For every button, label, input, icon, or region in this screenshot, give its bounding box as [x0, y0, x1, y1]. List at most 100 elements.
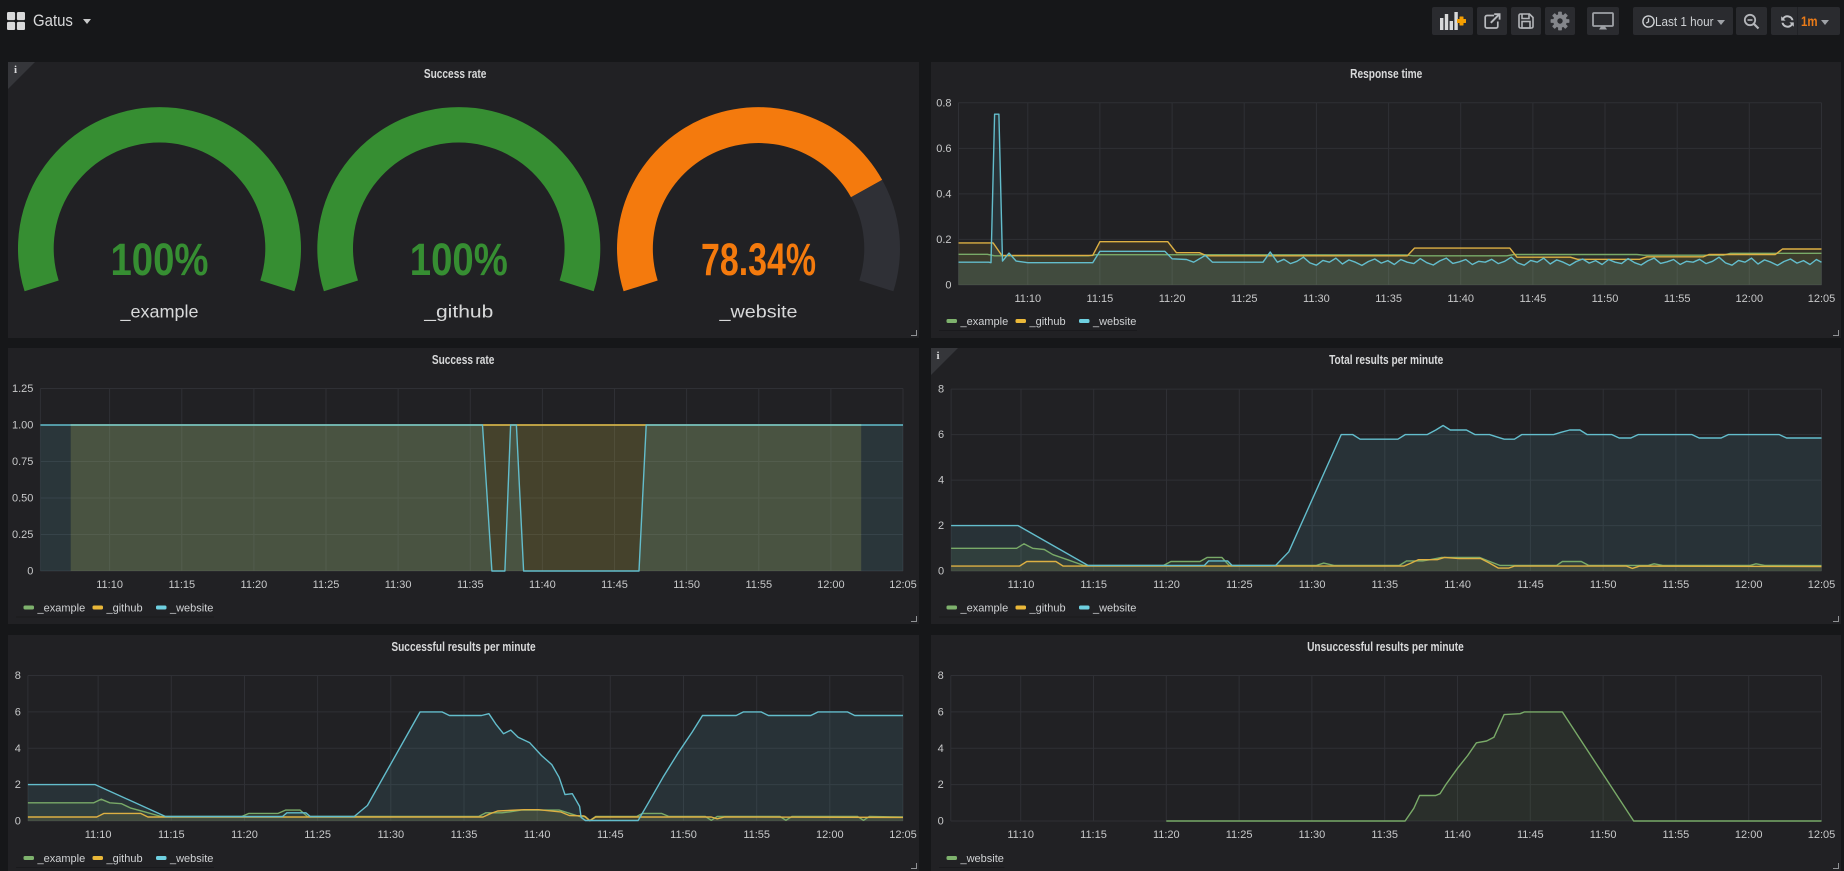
- svg-text:11:25: 11:25: [304, 829, 331, 841]
- svg-text:0.8: 0.8: [936, 97, 951, 109]
- svg-text:11:10: 11:10: [1007, 829, 1034, 841]
- svg-text:11:55: 11:55: [1662, 829, 1689, 841]
- svg-text:12:05: 12:05: [1807, 829, 1835, 841]
- svg-text:12:05: 12:05: [1807, 579, 1835, 591]
- svg-text:11:25: 11:25: [313, 579, 340, 591]
- svg-text:11:40: 11:40: [1444, 829, 1471, 841]
- svg-text:11:15: 11:15: [1086, 293, 1113, 305]
- svg-text:11:45: 11:45: [1517, 579, 1544, 591]
- svg-text:0: 0: [15, 815, 21, 827]
- svg-text:_website: _website: [169, 853, 213, 865]
- svg-text:_example: _example: [37, 602, 86, 614]
- svg-text:11:35: 11:35: [1375, 293, 1402, 305]
- svg-text:0.6: 0.6: [936, 142, 951, 154]
- svg-text:11:30: 11:30: [1298, 579, 1325, 591]
- svg-text:11:10: 11:10: [1007, 579, 1034, 591]
- svg-text:12:00: 12:00: [1734, 579, 1762, 591]
- svg-text:0.4: 0.4: [936, 188, 951, 200]
- svg-text:2: 2: [937, 520, 943, 532]
- svg-text:_website: _website: [1092, 316, 1136, 328]
- svg-text:12:05: 12:05: [1807, 293, 1835, 305]
- svg-text:6: 6: [937, 429, 943, 441]
- svg-text:_example: _example: [959, 602, 1008, 614]
- svg-text:2: 2: [937, 779, 943, 791]
- svg-text:0: 0: [937, 815, 943, 827]
- svg-text:12:00: 12:00: [817, 579, 845, 591]
- svg-text:11:10: 11:10: [1014, 293, 1041, 305]
- svg-text:4: 4: [15, 742, 21, 754]
- svg-text:_github: _github: [106, 602, 143, 614]
- svg-text:11:45: 11:45: [601, 579, 628, 591]
- svg-text:11:35: 11:35: [451, 829, 478, 841]
- svg-text:_website: _website: [1092, 602, 1136, 614]
- svg-text:11:50: 11:50: [1589, 829, 1616, 841]
- svg-text:0: 0: [945, 279, 951, 291]
- svg-text:0.50: 0.50: [12, 492, 33, 504]
- svg-text:100%: 100%: [111, 234, 209, 285]
- svg-text:11:40: 11:40: [1444, 579, 1471, 591]
- svg-text:0.25: 0.25: [12, 529, 33, 541]
- svg-text:11:20: 11:20: [1158, 293, 1185, 305]
- svg-text:11:25: 11:25: [1225, 829, 1252, 841]
- svg-text:11:55: 11:55: [745, 579, 772, 591]
- svg-text:11:20: 11:20: [231, 829, 258, 841]
- svg-text:11:35: 11:35: [1371, 579, 1398, 591]
- svg-text:11:30: 11:30: [1298, 829, 1325, 841]
- svg-text:_website: _website: [718, 301, 797, 322]
- svg-text:4: 4: [937, 742, 943, 754]
- svg-text:11:25: 11:25: [1230, 293, 1257, 305]
- svg-text:11:55: 11:55: [1662, 579, 1689, 591]
- svg-text:11:55: 11:55: [743, 829, 770, 841]
- svg-text:11:20: 11:20: [1153, 579, 1180, 591]
- svg-text:11:55: 11:55: [1663, 293, 1690, 305]
- svg-text:_website: _website: [959, 853, 1003, 865]
- svg-text:_github: _github: [1028, 316, 1065, 328]
- svg-text:11:15: 11:15: [168, 579, 195, 591]
- svg-text:_github: _github: [423, 301, 493, 322]
- svg-text:11:40: 11:40: [529, 579, 556, 591]
- svg-text:11:15: 11:15: [1080, 829, 1107, 841]
- svg-text:0: 0: [937, 565, 943, 577]
- svg-text:11:15: 11:15: [1080, 579, 1107, 591]
- svg-text:11:10: 11:10: [85, 829, 112, 841]
- svg-text:0: 0: [27, 565, 33, 577]
- svg-text:1.00: 1.00: [12, 419, 33, 431]
- svg-text:6: 6: [937, 706, 943, 718]
- svg-text:100%: 100%: [410, 234, 508, 285]
- svg-text:11:50: 11:50: [673, 579, 700, 591]
- svg-text:12:00: 12:00: [1735, 293, 1763, 305]
- svg-text:0.2: 0.2: [936, 233, 951, 245]
- svg-text:_github: _github: [1028, 602, 1065, 614]
- svg-text:11:50: 11:50: [1591, 293, 1618, 305]
- svg-text:11:20: 11:20: [1152, 829, 1179, 841]
- svg-text:_example: _example: [119, 301, 198, 322]
- svg-text:11:50: 11:50: [670, 829, 697, 841]
- svg-text:1.25: 1.25: [12, 383, 33, 395]
- svg-text:11:40: 11:40: [524, 829, 551, 841]
- svg-text:8: 8: [937, 383, 943, 395]
- svg-text:_example: _example: [959, 316, 1008, 328]
- svg-text:78.34%: 78.34%: [701, 234, 816, 285]
- svg-text:8: 8: [937, 670, 943, 682]
- svg-text:11:15: 11:15: [158, 829, 185, 841]
- svg-text:11:30: 11:30: [377, 829, 404, 841]
- svg-text:11:35: 11:35: [1371, 829, 1398, 841]
- svg-text:4: 4: [937, 474, 943, 486]
- svg-text:11:30: 11:30: [1303, 293, 1330, 305]
- svg-text:11:30: 11:30: [385, 579, 412, 591]
- svg-text:6: 6: [15, 706, 21, 718]
- svg-text:11:45: 11:45: [1519, 293, 1546, 305]
- svg-text:11:35: 11:35: [457, 579, 484, 591]
- svg-text:_website: _website: [169, 602, 213, 614]
- svg-text:0.75: 0.75: [12, 456, 33, 468]
- svg-text:11:45: 11:45: [597, 829, 624, 841]
- svg-text:12:00: 12:00: [816, 829, 844, 841]
- svg-text:2: 2: [15, 779, 21, 791]
- svg-text:11:10: 11:10: [96, 579, 123, 591]
- svg-text:12:00: 12:00: [1734, 829, 1762, 841]
- svg-text:11:45: 11:45: [1516, 829, 1543, 841]
- svg-text:12:05: 12:05: [889, 579, 917, 591]
- svg-text:12:05: 12:05: [889, 829, 917, 841]
- svg-text:11:20: 11:20: [241, 579, 268, 591]
- svg-text:11:25: 11:25: [1225, 579, 1252, 591]
